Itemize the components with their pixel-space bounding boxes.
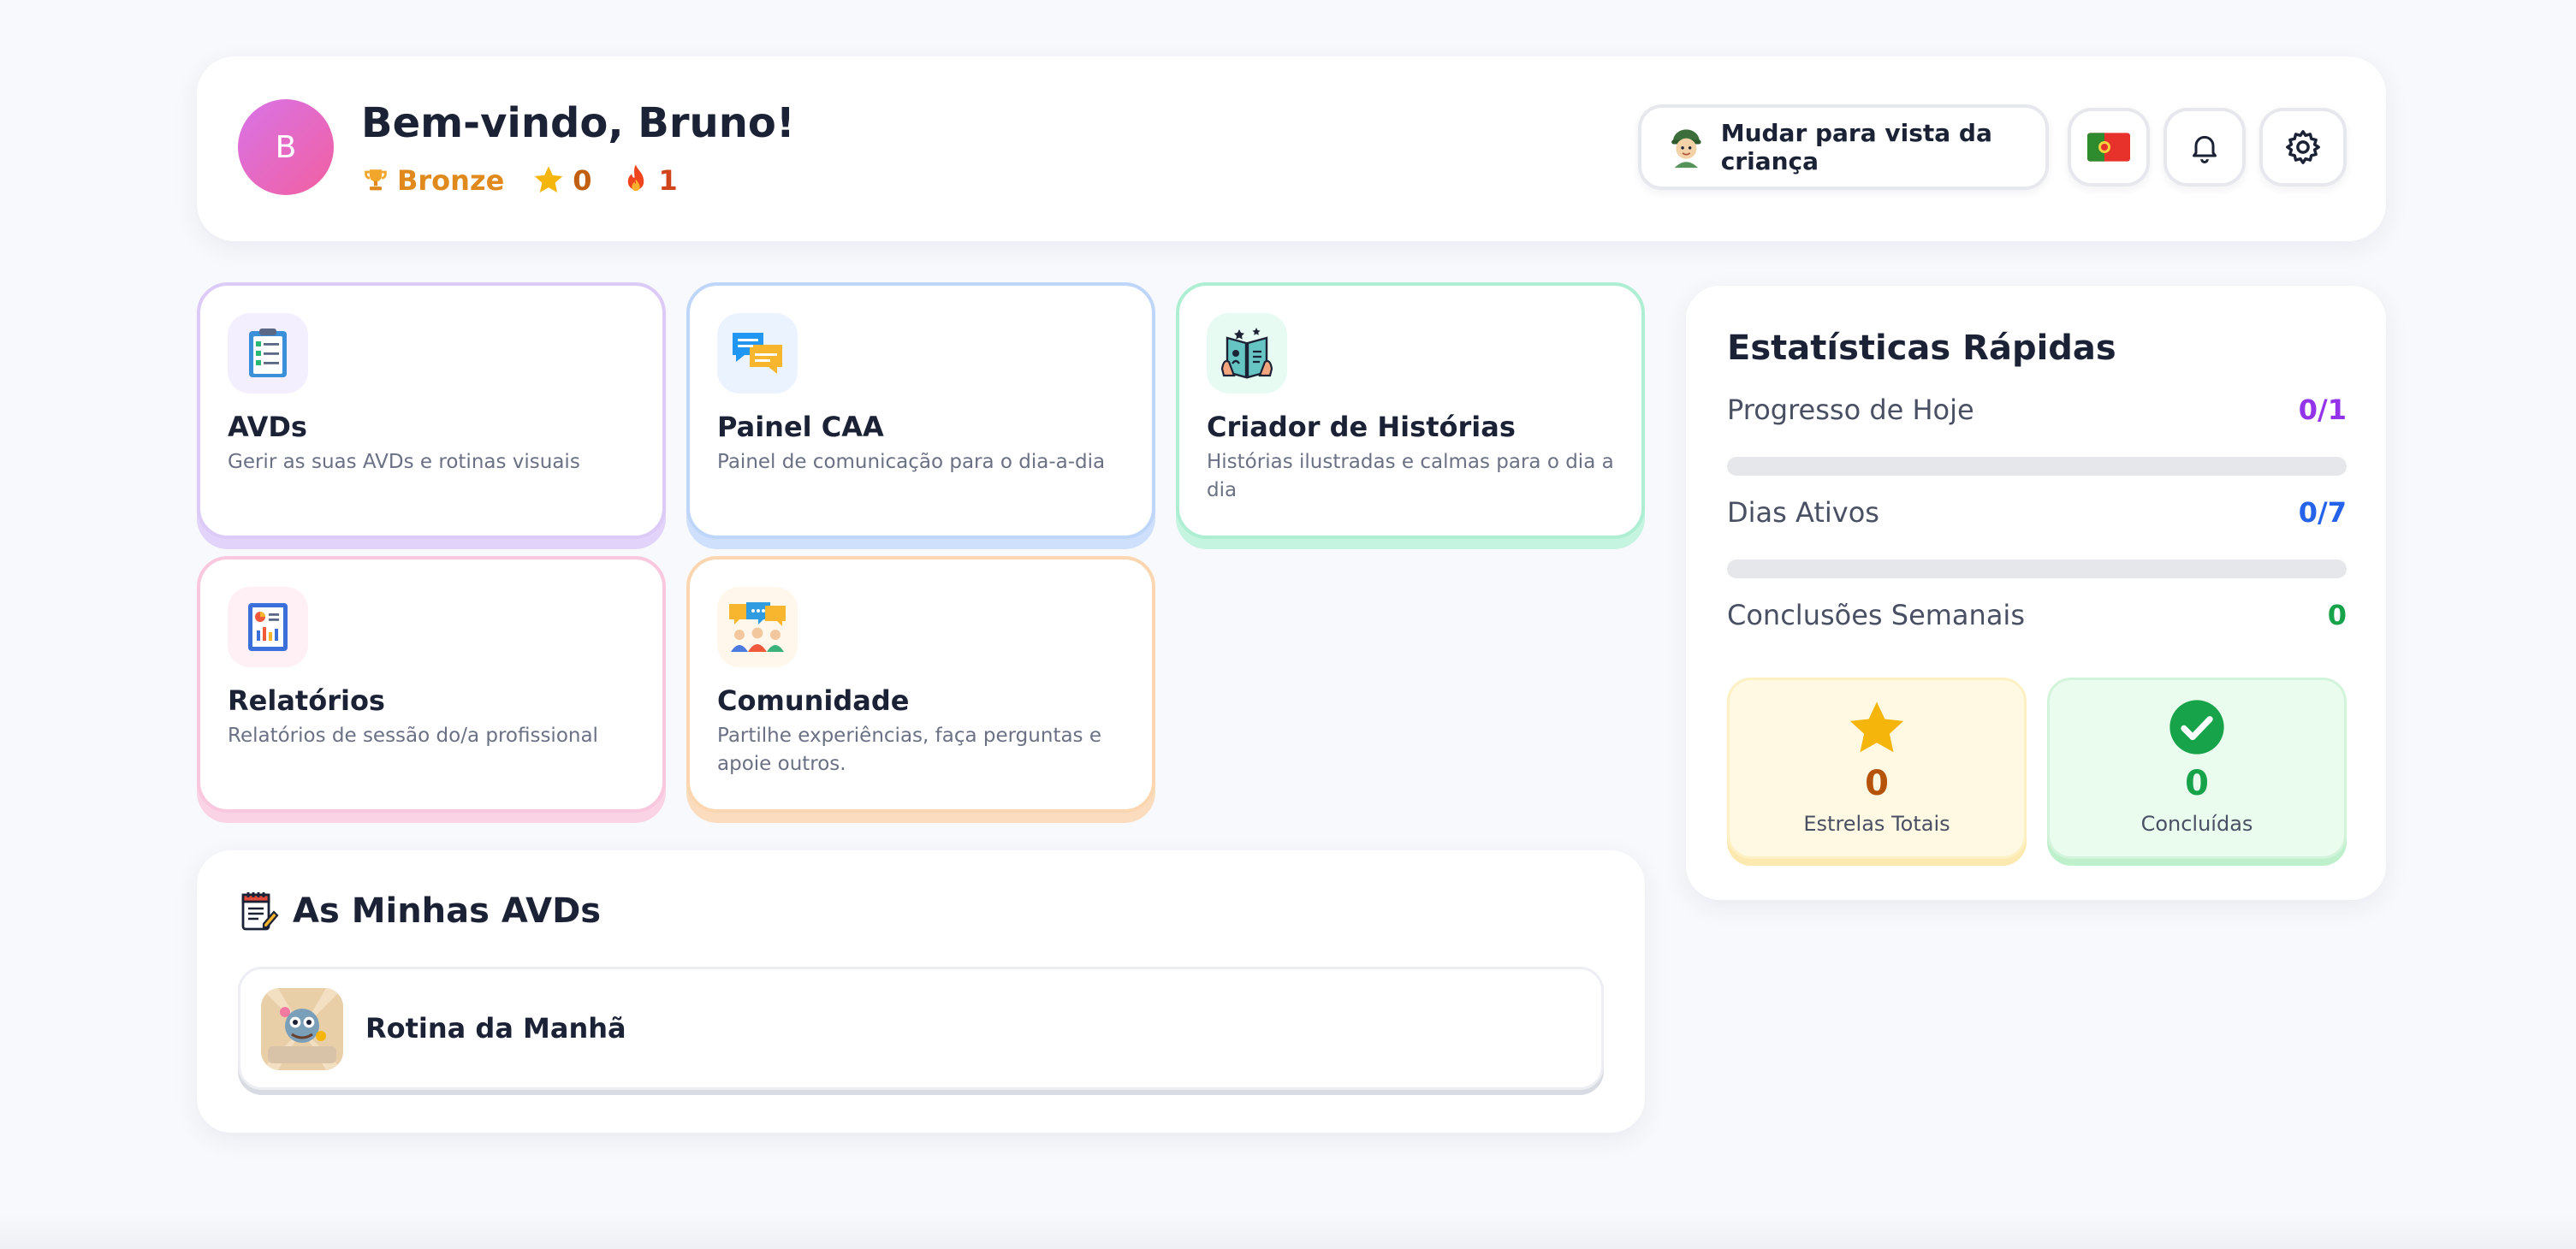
weekly-completions-row: Conclusões Semanais 0 (1727, 599, 2347, 631)
feature-icon-box (228, 313, 308, 394)
settings-button[interactable] (2259, 108, 2347, 186)
gear-icon (2286, 130, 2320, 164)
bottom-edge (0, 1215, 2576, 1249)
chat-bubbles-icon (733, 333, 782, 374)
list-item[interactable]: Rotina da Manhã (238, 967, 1604, 1090)
total-stars-value: 0 (1865, 764, 1889, 803)
feature-title: Painel CAA (717, 411, 884, 443)
feature-description: Relatórios de sessão do/a profissional (228, 725, 598, 747)
feature-description: Painel de comunicação para o dia-a-dia (717, 451, 1106, 473)
check-circle-icon (2169, 700, 2224, 755)
morning-routine-thumbnail (261, 988, 343, 1070)
checklist-icon (249, 329, 287, 377)
switch-child-view-label: Mudar para vista da criança (1720, 119, 1992, 175)
completed-label: Concluídas (2140, 812, 2253, 836)
morning-routine-thumbnail-icon (261, 988, 343, 1070)
level-label: Bronze (397, 164, 505, 197)
my-avds-heading: As Minhas AVDs (238, 890, 601, 932)
feature-card-criador-historias[interactable]: Criador de Histórias Histórias ilustrada… (1176, 282, 1645, 539)
switch-child-view-button[interactable]: Mudar para vista da criança (1638, 104, 2049, 190)
feature-icon-box (717, 313, 798, 394)
feature-title: Criador de Histórias (1207, 411, 1516, 443)
level-badge: Bronze (361, 164, 504, 197)
quick-stats-panel: Estatísticas Rápidas Progresso de Hoje 0… (1686, 286, 2386, 900)
active-days-label: Dias Ativos (1727, 496, 1879, 529)
star-icon (534, 166, 563, 192)
today-progress-label: Progresso de Hoje (1727, 394, 1974, 426)
routine-name: Rotina da Manhã (365, 1012, 626, 1045)
total-stars-card: 0 Estrelas Totais (1727, 678, 2027, 859)
star-icon (1849, 701, 1904, 753)
community-icon (729, 602, 786, 652)
feature-title: Comunidade (717, 684, 910, 717)
welcome-title: Bem-vindo, Bruno! (361, 99, 795, 147)
language-button[interactable] (2068, 108, 2150, 186)
today-progress-row: Progresso de Hoje 0/1 (1727, 394, 2347, 426)
trophy-icon (365, 169, 387, 191)
report-icon (248, 603, 288, 651)
active-days-value: 0/7 (2298, 496, 2347, 529)
bell-icon (2193, 135, 2217, 163)
feature-title: AVDs (228, 411, 307, 443)
active-days-row: Dias Ativos 0/7 (1727, 496, 2347, 529)
feature-icon-box (1207, 313, 1287, 394)
my-avds-title: As Minhas AVDs (293, 891, 602, 931)
notifications-button[interactable] (2163, 108, 2246, 186)
feature-card-painel-caa[interactable]: Painel CAA Painel de comunicação para o … (686, 282, 1155, 539)
feature-description: Histórias ilustradas e calmas para o dia… (1207, 451, 1614, 501)
stats-title: Estatísticas Rápidas (1727, 329, 2116, 368)
feature-card-comunidade[interactable]: Comunidade Partilhe experiências, faça p… (686, 556, 1155, 813)
feature-card-avds[interactable]: AVDs Gerir as suas AVDs e rotinas visuai… (197, 282, 666, 539)
pt-flag-icon (2087, 133, 2130, 162)
stars-count: 0 (531, 163, 592, 198)
active-days-bar (1727, 559, 2347, 578)
stars-value: 0 (573, 164, 592, 197)
header-bar: B Bem-vindo, Bruno! Bronze 0 1 Mudar par… (197, 56, 2386, 241)
streak-count: 1 (620, 163, 678, 198)
weekly-completions-label: Conclusões Semanais (1727, 599, 2025, 631)
today-progress-bar (1727, 457, 2347, 476)
my-avds-section: As Minhas AVDs Rotina da Manhã (197, 850, 1645, 1133)
streak-value: 1 (658, 164, 678, 197)
feature-description: Gerir as suas AVDs e rotinas visuais (228, 451, 580, 473)
feature-icon-box (717, 587, 798, 667)
weekly-completions-value: 0 (2327, 599, 2347, 631)
user-meta: Bronze 0 1 (361, 159, 705, 202)
avatar[interactable]: B (238, 99, 334, 195)
completed-card: 0 Concluídas (2047, 678, 2347, 859)
total-stars-label: Estrelas Totais (1803, 812, 1950, 836)
today-progress-value: 0/1 (2298, 394, 2347, 426)
child-face-icon (1671, 129, 1701, 169)
open-book-icon (1220, 328, 1273, 379)
feature-icon-box (228, 587, 308, 667)
notepad-icon (241, 892, 279, 931)
feature-card-relatorios[interactable]: Relatórios Relatórios de sessão do/a pro… (197, 556, 666, 813)
fire-icon (627, 164, 644, 192)
completed-value: 0 (2185, 764, 2209, 803)
feature-title: Relatórios (228, 684, 385, 717)
feature-description: Partilhe experiências, faça perguntas e … (717, 725, 1101, 775)
